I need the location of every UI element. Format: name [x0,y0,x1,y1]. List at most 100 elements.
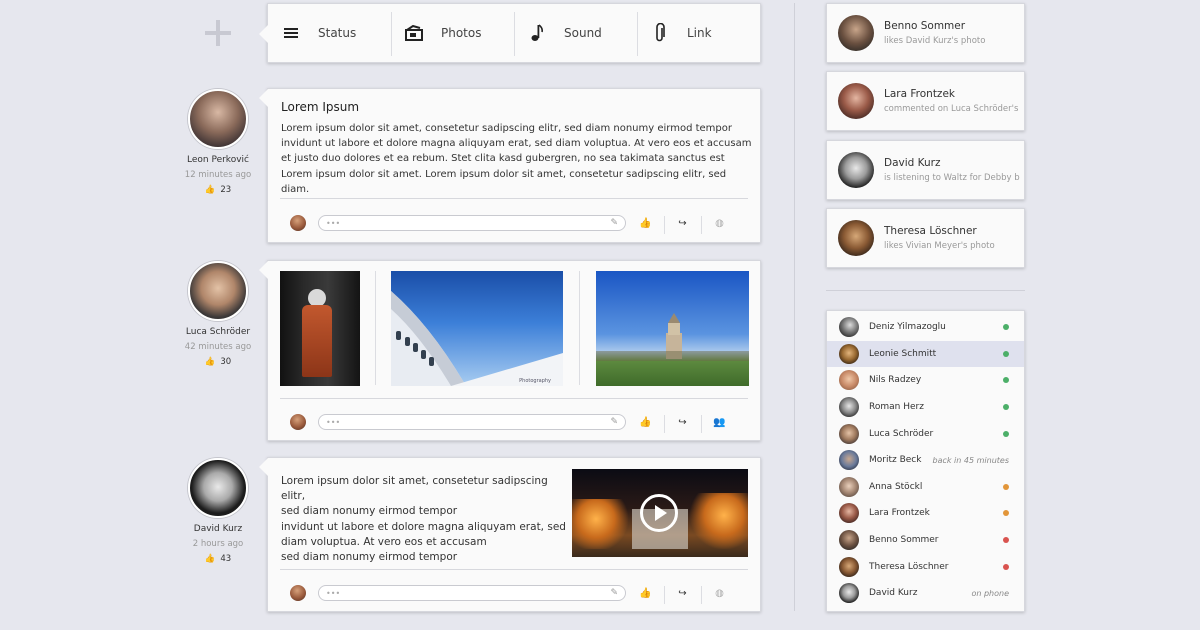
status-dot [1003,324,1009,331]
post-body-line: invidunt ut labore et dolore magna aliqu… [281,520,566,533]
comment-input[interactable]: ••• ✎ [318,215,626,231]
photo-astronaut[interactable] [280,271,360,386]
activity-desc: is listening to Waltz for Debby b [884,173,1020,183]
thumbs-up-icon: 👍 [204,185,216,195]
contact-name: Leonie Schmitt [869,348,937,359]
like-count-value: 30 [220,357,232,367]
composer-photos-button[interactable]: Photos [391,4,514,62]
author-name[interactable]: Luca Schröder [178,327,258,337]
avatar [838,15,874,51]
author-name[interactable]: David Kurz [178,524,258,534]
composer-link-button[interactable]: Link [637,4,760,62]
photo-water-tower[interactable] [596,271,749,386]
activity-item[interactable]: David Kurz is listening to Waltz for Deb… [826,140,1025,200]
photo-separator [579,271,580,385]
post-author: Leon Perković 12 minutes ago 👍 23 [178,89,258,195]
status-dot [1003,510,1009,517]
comment-input[interactable]: ••• ✎ [318,585,626,601]
comment-placeholder: ••• [326,218,341,228]
composer-link-label: Link [687,26,712,40]
contact-name: Roman Herz [869,402,924,413]
avatar [839,530,859,551]
contact-item[interactable]: Nils Radzey [827,367,1024,394]
activity-item[interactable]: Benno Sommer likes David Kurz's photo [826,3,1025,63]
post-time: 2 hours ago [192,539,244,549]
globe-icon: ◍ [715,217,724,229]
activity-desc: commented on Luca Schröder's [884,104,1019,114]
comment-input[interactable]: ••• ✎ [318,414,626,430]
contact-item[interactable]: Luca Schröder [827,420,1024,447]
contact-name: Moritz Beck [869,455,922,466]
composer-status-button[interactable]: Status [268,4,391,62]
add-post-plus-icon[interactable] [205,20,231,46]
contact-item[interactable]: Anna Stöckl [827,474,1024,501]
avatar [839,343,859,364]
photo-post-card: Photography ••• ✎ 👍 ↪ 👥 [259,260,761,441]
post-card: .p1tip::before{top:20px;} Lorem Ipsum Lo… [259,88,761,243]
contact-item[interactable]: Roman Herz [827,394,1024,421]
contact-list: Deniz Yilmazoglu Leonie Schmitt Nils Rad… [826,310,1025,612]
globe-icon: ◍ [715,587,724,599]
contact-name: Lara Frontzek [869,508,930,519]
video-thumbnail[interactable] [572,469,748,557]
post-divider [280,569,748,570]
audience-button[interactable]: 👥 [701,414,738,433]
avatar[interactable] [188,89,248,149]
activity-name: Lara Frontzek [884,88,955,100]
like-button[interactable]: 👍 [627,417,664,428]
sidebar-divider [826,290,1025,291]
menu-icon [282,24,300,42]
post-author: Luca Schröder 42 minutes ago 👍 30 [178,261,258,367]
activity-item[interactable]: Theresa Löschner likes Vivian Meyer's ph… [826,208,1025,268]
photo-airplane[interactable]: Photography [391,271,563,386]
share-arrow-icon: ↪ [678,416,687,428]
contact-item[interactable]: Lara Frontzek [827,500,1024,527]
post-divider [280,398,748,399]
activity-item[interactable]: Lara Frontzek commented on Luca Schröder… [826,71,1025,131]
contact-item[interactable]: Benno Sommer [827,527,1024,554]
video-post-card: Lorem ipsum dolor sit amet, consetetur s… [259,457,761,612]
contact-name: Benno Sommer [869,535,939,546]
activity-name: Benno Sommer [884,20,966,32]
status-dot [1003,537,1009,544]
play-icon[interactable] [640,494,678,532]
post-time: 42 minutes ago [184,342,252,352]
pencil-icon: ✎ [610,588,618,598]
avatar [839,370,859,391]
thumbs-up-icon: 👍 [639,217,652,229]
post-body: Lorem ipsum dolor sit amet, consetetur s… [281,123,752,195]
visibility-button[interactable]: ◍ [701,215,738,234]
like-button[interactable]: 👍 [627,218,664,229]
share-button[interactable]: ↪ [664,414,701,433]
composer-sound-button[interactable]: Sound [514,4,637,62]
status-dot [1003,377,1009,384]
like-count-value: 23 [220,185,232,195]
contact-name: David Kurz [869,588,918,599]
activity-name: Theresa Löschner [884,225,977,237]
activity-desc: likes David Kurz's photo [884,36,986,46]
avatar [839,423,859,444]
like-count: 👍 30 [178,357,258,367]
contact-item[interactable]: Theresa Löschner [827,553,1024,580]
contact-item[interactable]: Moritz Beck back in 45 minutes [827,447,1024,474]
contact-item[interactable]: Leonie Schmitt [827,340,1024,368]
status-dot [1003,404,1009,411]
activity-desc: likes Vivian Meyer's photo [884,241,995,251]
author-name[interactable]: Leon Perković [178,155,258,165]
post-actions: 👍 ↪ 👥 [627,414,738,433]
contact-item[interactable]: Deniz Yilmazoglu [827,314,1024,341]
like-button[interactable]: 👍 [627,588,664,599]
share-button[interactable]: ↪ [664,215,701,234]
composer-sound-label: Sound [564,26,602,40]
avatar[interactable] [188,261,248,321]
avatar[interactable] [188,458,248,518]
people-icon: 👥 [713,416,726,428]
feed-divider [794,3,795,611]
share-button[interactable]: ↪ [664,585,701,604]
contact-name: Deniz Yilmazoglu [869,322,946,333]
visibility-button[interactable]: ◍ [701,585,738,604]
photos-icon [405,24,423,42]
contact-item[interactable]: David Kurz on phone [827,580,1024,607]
like-count: 👍 23 [178,185,258,195]
post-title: Lorem Ipsum [281,100,360,114]
